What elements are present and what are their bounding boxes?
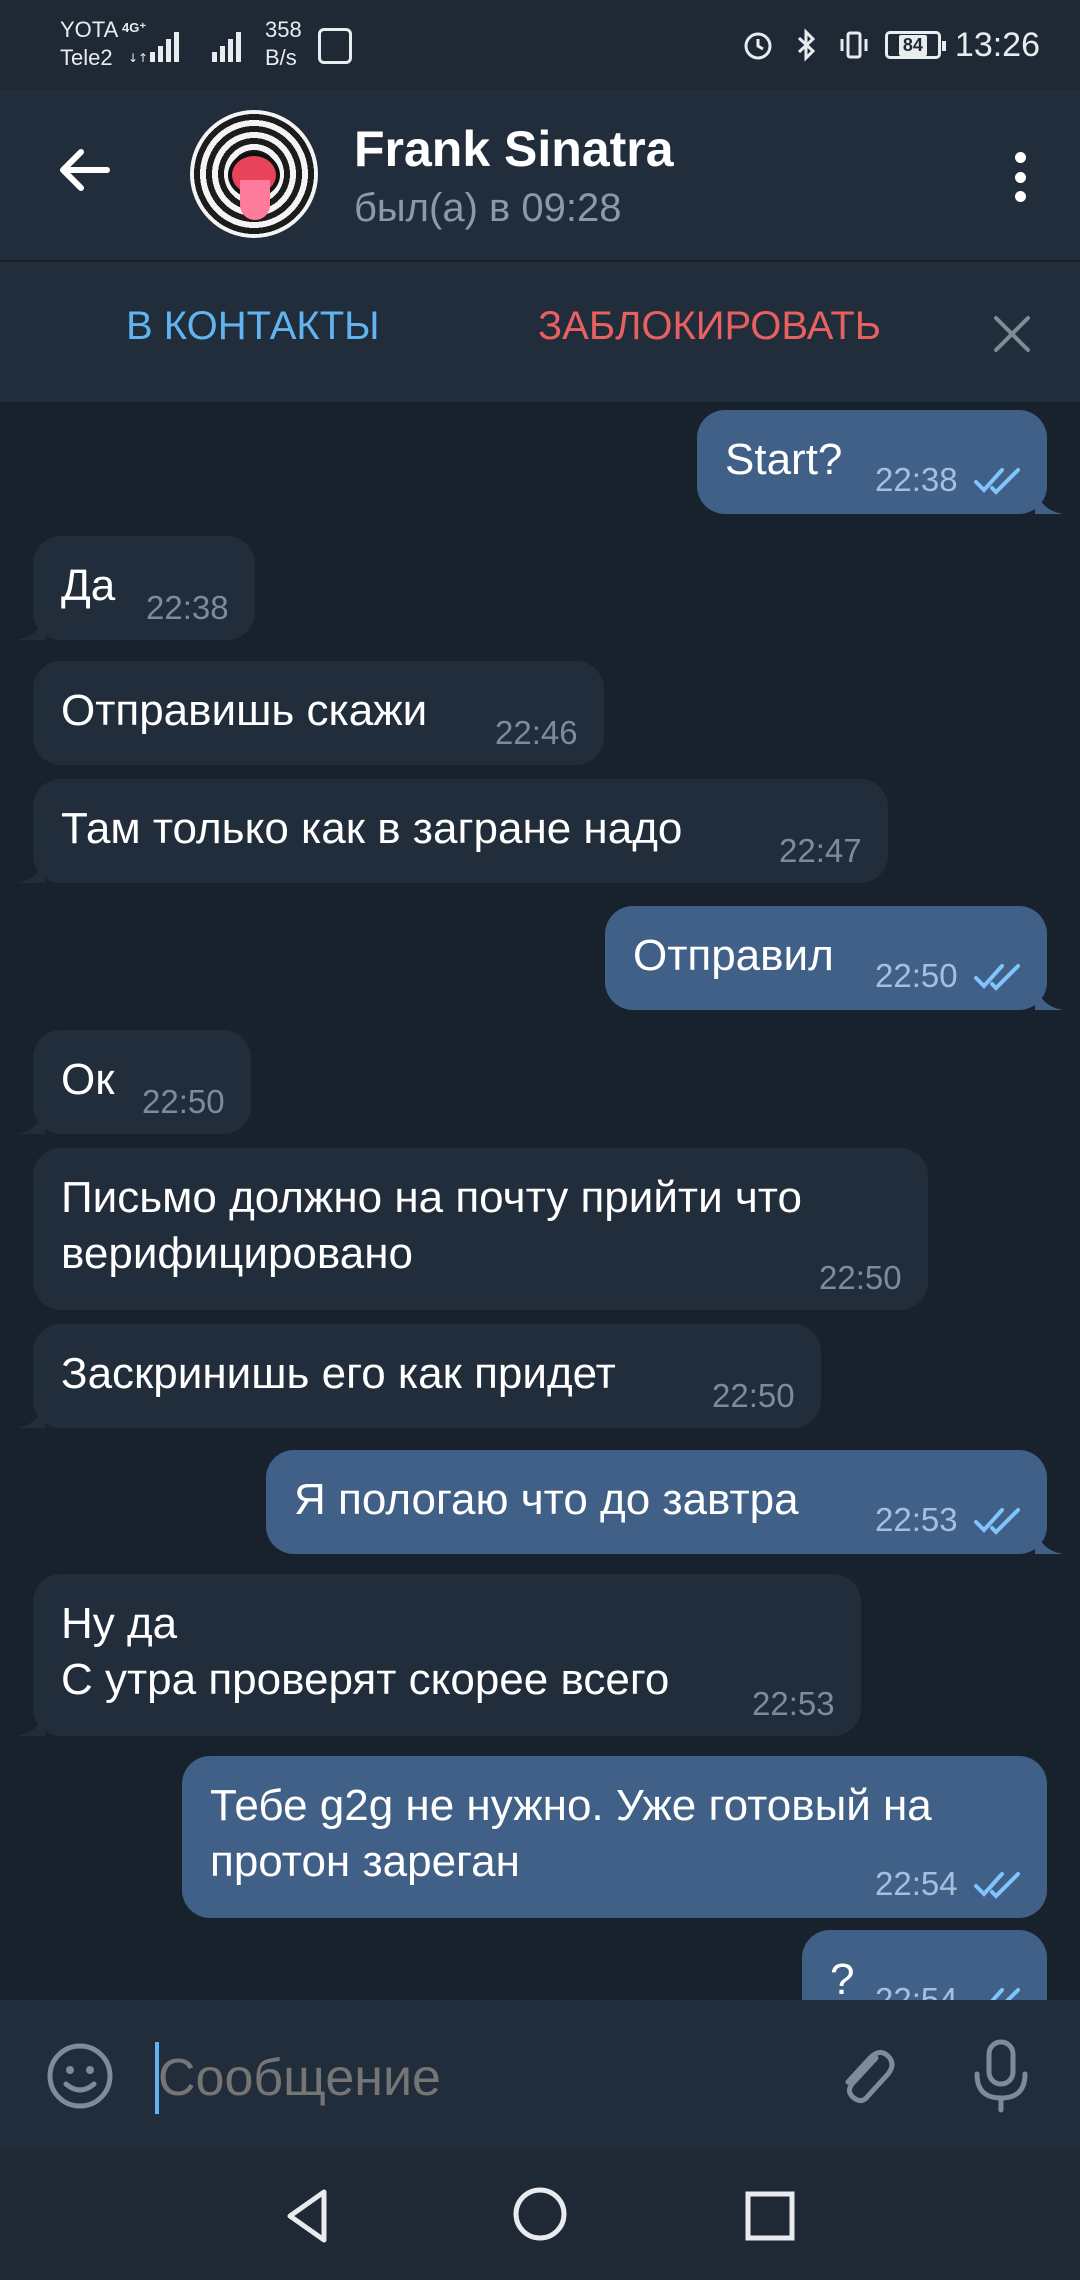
message-time: 22:50 <box>712 1377 795 1414</box>
nfc-icon <box>318 28 352 64</box>
bubble-tail <box>17 1400 45 1428</box>
double-check-icon <box>974 964 1020 991</box>
clock: 13:26 <box>954 25 1040 64</box>
message-time: 22:46 <box>495 714 578 751</box>
double-check-icon <box>976 1988 1020 2000</box>
message-bubble[interactable]: Отправил 22:50 <box>605 906 1063 1010</box>
message-time: 22:54 <box>875 1981 958 2000</box>
bubble-tail <box>1035 486 1063 514</box>
vibrate-icon <box>840 31 868 59</box>
double-check-icon <box>974 468 1020 495</box>
carrier-1: YOTA <box>60 17 119 42</box>
bubble-tail <box>17 612 45 640</box>
status-right: 84 13:26 <box>741 22 1040 68</box>
message-text: Отправишь скажи <box>61 686 428 735</box>
last-seen-status: был(а) в 09:28 <box>354 186 622 230</box>
status-bar: YOTA Tele2 4G⁺ ↓↑ 358 B/s 84 13:26 <box>0 0 1080 90</box>
arrow-left-icon <box>60 149 110 191</box>
nav-recent-apps-icon[interactable] <box>740 2186 800 2246</box>
dot-icon <box>1014 152 1026 163</box>
block-button[interactable]: ЗАБЛОКИРОВАТЬ <box>538 304 881 349</box>
message-text: Start? <box>725 435 843 484</box>
add-contact-button[interactable]: В КОНТАКТЫ <box>126 304 380 349</box>
battery-icon: 84 <box>884 31 946 59</box>
close-button[interactable] <box>984 306 1040 362</box>
message-time: 22:38 <box>875 461 958 498</box>
message-time: 22:50 <box>875 957 958 994</box>
paperclip-icon[interactable] <box>830 2040 902 2112</box>
bubble-tail <box>1035 982 1063 1010</box>
message-text: Тебе g2g не нужно. Уже готовый на протон… <box>210 1781 932 1886</box>
message-time: 22:47 <box>779 832 862 869</box>
carrier-2: Tele2 <box>60 45 113 70</box>
message-time: 22:50 <box>142 1083 225 1120</box>
message-bubble[interactable]: Ок 22:50 <box>17 1030 251 1134</box>
carrier-names: YOTA Tele2 <box>60 16 118 72</box>
message-list[interactable]: Start? 22:38 Да 22:38 Отправишь скажи 22… <box>0 402 1080 2000</box>
back-button[interactable] <box>50 135 120 205</box>
message-time: 22:53 <box>752 1685 835 1722</box>
message-bubble[interactable]: Да 22:38 <box>17 536 255 640</box>
message-time: 22:53 <box>875 1501 958 1538</box>
avatar-tongue <box>240 180 270 220</box>
bubble-tail <box>1035 1526 1063 1554</box>
message-bubble[interactable]: Тебе g2g не нужно. Уже готовый на протон… <box>182 1756 1047 1918</box>
message-text: Ок <box>61 1055 115 1104</box>
signal-icon: ↓↑ <box>128 32 179 62</box>
speed-unit: B/s <box>265 45 297 70</box>
message-time: 22:50 <box>819 1259 902 1296</box>
message-input[interactable] <box>158 2042 798 2114</box>
contact-name[interactable]: Frank Sinatra <box>354 120 674 178</box>
speed-value: 358 <box>265 17 302 42</box>
close-icon <box>994 316 1030 352</box>
message-bubble[interactable]: Там только как в загране надо 22:47 <box>17 779 888 883</box>
bubble-tail <box>17 855 45 883</box>
message-text: Письмо должно на почту прийти что верифи… <box>61 1173 802 1278</box>
system-navigation-bar <box>0 2148 1080 2280</box>
bubble-tail <box>17 1106 45 1134</box>
message-composer <box>0 2000 1080 2148</box>
contact-action-bar: В КОНТАКТЫ ЗАБЛОКИРОВАТЬ <box>0 262 1080 402</box>
message-bubble[interactable]: Отправишь скажи 22:46 <box>33 661 604 765</box>
message-bubble[interactable]: Заскринишь его как придет 22:50 <box>17 1324 821 1428</box>
message-bubble[interactable]: Start? 22:38 <box>697 410 1063 514</box>
message-time: 22:54 <box>875 1865 958 1902</box>
message-text: Да <box>61 561 116 610</box>
microphone-icon[interactable] <box>965 2038 1037 2114</box>
network-speed: 358 B/s <box>265 16 302 72</box>
message-text: ? <box>830 1955 855 2000</box>
message-text: Отправил <box>633 931 834 980</box>
dot-icon <box>1014 171 1026 183</box>
avatar[interactable] <box>190 110 318 238</box>
message-text: Ну да С утра проверят скорее всего <box>61 1599 670 1704</box>
svg-text:↓↑: ↓↑ <box>128 51 148 62</box>
bluetooth-icon <box>797 28 816 62</box>
message-bubble[interactable]: Письмо должно на почту прийти что верифи… <box>33 1148 928 1310</box>
signal-2-icon <box>212 32 241 62</box>
double-check-icon <box>974 1508 1020 1535</box>
message-bubble[interactable]: ? 22:54 <box>802 1930 1047 2000</box>
emoji-icon[interactable] <box>44 2040 116 2112</box>
nav-back-icon[interactable] <box>280 2186 340 2246</box>
battery-level: 84 <box>898 34 927 56</box>
message-text: Там только как в загране надо <box>61 804 683 853</box>
message-bubble[interactable]: Я пологаю что до завтра 22:53 <box>266 1450 1063 1554</box>
message-time: 22:38 <box>146 589 229 626</box>
nav-home-icon[interactable] <box>510 2184 570 2244</box>
message-text: Заскринишь его как придет <box>61 1349 616 1398</box>
double-check-icon <box>974 1872 1020 1899</box>
bubble-tail <box>17 1708 45 1736</box>
message-bubble[interactable]: Ну да С утра проверят скорее всего 22:53 <box>17 1574 861 1736</box>
alarm-icon <box>744 32 772 60</box>
message-text: Я пологаю что до завтра <box>294 1475 799 1524</box>
more-menu-button[interactable] <box>1000 142 1040 212</box>
chat-header: Frank Sinatra был(а) в 09:28 <box>0 90 1080 260</box>
dot-icon <box>1014 191 1026 202</box>
